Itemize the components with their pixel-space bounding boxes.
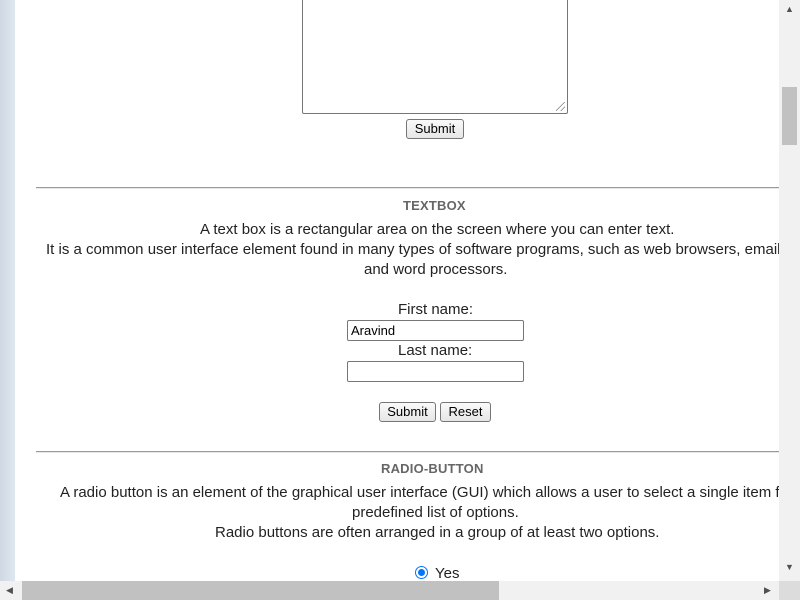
textarea-submit-button[interactable]: Submit: [406, 119, 464, 139]
horizontal-scrollbar-thumb[interactable]: [22, 581, 499, 600]
textbox-description-line3: and word processors.: [364, 261, 508, 278]
radio-description-line3: Radio buttons are often arranged in a gr…: [215, 524, 660, 541]
section-divider: [36, 451, 779, 453]
scrollbar-corner: [779, 581, 800, 600]
textbox-description-line2: It is a common user interface element fo…: [46, 241, 779, 258]
textbox-section-title: TEXTBOX: [403, 198, 466, 213]
radio-yes[interactable]: [415, 566, 428, 579]
section-divider: [36, 187, 779, 189]
textbox-submit-button[interactable]: Submit: [379, 402, 436, 422]
scroll-up-arrow-icon[interactable]: ▲: [785, 5, 794, 14]
radio-section-title: RADIO-BUTTON: [381, 461, 484, 476]
resize-grip-icon[interactable]: [556, 102, 565, 111]
scroll-down-arrow-icon[interactable]: ▼: [785, 563, 794, 572]
scroll-left-arrow-icon[interactable]: ◀: [6, 586, 13, 595]
radio-yes-label: Yes: [435, 565, 460, 581]
page-viewport: Submit TEXTBOX A text box is a rectangul…: [15, 0, 779, 581]
textbox-reset-button[interactable]: Reset: [440, 402, 491, 422]
first-name-input[interactable]: [347, 320, 524, 341]
horizontal-scrollbar[interactable]: ◀ ▶: [0, 581, 779, 600]
vertical-scrollbar[interactable]: ▲ ▼: [779, 0, 800, 581]
radio-description-line2: predefined list of options.: [352, 504, 519, 521]
textbox-description-line1: A text box is a rectangular area on the …: [200, 221, 675, 238]
first-name-label: First name:: [398, 301, 474, 318]
radio-description-line1: A radio button is an element of the grap…: [60, 484, 779, 501]
comment-textarea[interactable]: [302, 0, 568, 114]
last-name-label: Last name:: [398, 342, 473, 359]
last-name-input[interactable]: [347, 361, 524, 382]
scroll-right-arrow-icon[interactable]: ▶: [764, 586, 771, 595]
window-left-edge: [0, 0, 15, 581]
vertical-scrollbar-thumb[interactable]: [782, 87, 797, 145]
